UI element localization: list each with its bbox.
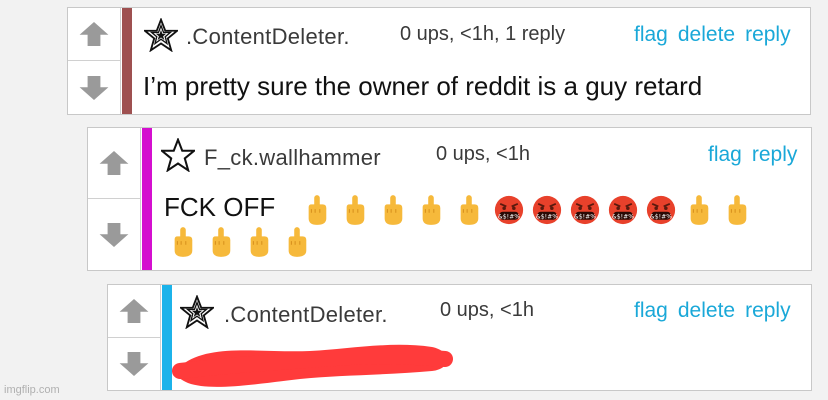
flag-link[interactable]: flag	[634, 23, 668, 46]
middle-finger-icon	[284, 226, 310, 258]
username-link[interactable]: .ContentDeleter.	[186, 24, 350, 50]
middle-finger-icon	[342, 194, 368, 226]
emoji-row-2	[170, 226, 322, 258]
comment-actions: flag delete reply	[624, 23, 791, 47]
middle-finger-icon	[456, 194, 482, 226]
reply-link[interactable]: reply	[745, 23, 791, 46]
cursing-face-icon	[494, 195, 524, 225]
cursing-face-icon	[532, 195, 562, 225]
middle-finger-icon	[380, 194, 406, 226]
moderator-star-icon	[180, 295, 214, 329]
moderator-star-icon	[144, 18, 178, 52]
flag-link[interactable]: flag	[708, 143, 742, 166]
username-link[interactable]: F_ck.wallhammer	[204, 145, 381, 171]
comment-meta: 0 ups, <1h	[436, 143, 530, 165]
vote-column	[68, 8, 121, 114]
comment-meta: 0 ups, <1h, 1 reply	[400, 23, 566, 45]
downvote-button[interactable]	[88, 199, 140, 270]
star-icon	[161, 138, 195, 172]
watermark: imgflip.com	[4, 384, 60, 396]
redaction-scribble	[172, 344, 453, 387]
up-arrow-icon	[118, 297, 150, 325]
reply-link[interactable]: reply	[752, 143, 798, 166]
downvote-button[interactable]	[68, 61, 120, 114]
emoji-row-1	[304, 194, 762, 226]
comment-3: .ContentDeleter. 0 ups, <1h flag delete re…	[107, 284, 812, 391]
comment-body: I’m pretty sure the owner of reddit is a…	[143, 71, 703, 101]
middle-finger-icon	[686, 194, 712, 226]
flag-link[interactable]: flag	[634, 299, 668, 322]
comment-actions: flag reply	[698, 143, 797, 167]
comment-body: FCK OFF	[164, 192, 276, 222]
up-arrow-icon	[78, 20, 110, 48]
comment-depth-stripe	[142, 128, 152, 270]
middle-finger-icon	[170, 226, 196, 258]
middle-finger-icon	[246, 226, 272, 258]
cursing-face-icon	[646, 195, 676, 225]
upvote-button[interactable]	[108, 285, 160, 338]
cursing-face-icon	[570, 195, 600, 225]
vote-column	[108, 285, 161, 390]
upvote-button[interactable]	[88, 128, 140, 199]
down-arrow-icon	[78, 74, 110, 102]
reply-link[interactable]: reply	[745, 299, 791, 322]
down-arrow-icon	[98, 221, 130, 249]
middle-finger-icon	[304, 194, 330, 226]
username-link[interactable]: .ContentDeleter.	[224, 302, 388, 328]
middle-finger-icon	[208, 226, 234, 258]
comment-1: .ContentDeleter. 0 ups, <1h, 1 reply fla…	[67, 7, 811, 115]
middle-finger-icon	[418, 194, 444, 226]
cursing-face-icon	[608, 195, 638, 225]
up-arrow-icon	[98, 149, 130, 177]
delete-link[interactable]: delete	[678, 299, 735, 322]
comment-actions: flag delete reply	[624, 299, 791, 323]
downvote-button[interactable]	[108, 338, 160, 391]
upvote-button[interactable]	[68, 8, 120, 61]
comment-2: F_ck.wallhammer 0 ups, <1h flag reply FCK…	[87, 127, 812, 271]
comment-meta: 0 ups, <1h	[440, 299, 534, 321]
delete-link[interactable]: delete	[678, 23, 735, 46]
comment-depth-stripe	[122, 8, 132, 114]
down-arrow-icon	[118, 350, 150, 378]
middle-finger-icon	[724, 194, 750, 226]
vote-column	[88, 128, 141, 270]
